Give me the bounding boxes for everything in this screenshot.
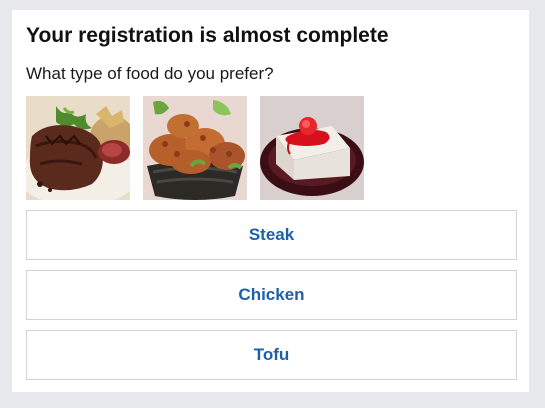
chicken-option-button[interactable]: Chicken: [26, 270, 517, 320]
tofu-image: [260, 96, 364, 200]
fried-chicken-image: [143, 96, 247, 200]
food-question: What type of food do you prefer?: [26, 64, 274, 83]
tofu-option-button[interactable]: Tofu: [26, 330, 517, 380]
page-title: Your registration is almost complete: [26, 24, 389, 47]
registration-card: Your registration is almost complete Wha…: [12, 10, 529, 392]
steak-option-button[interactable]: Steak: [26, 210, 517, 260]
steak-image: [26, 96, 130, 200]
